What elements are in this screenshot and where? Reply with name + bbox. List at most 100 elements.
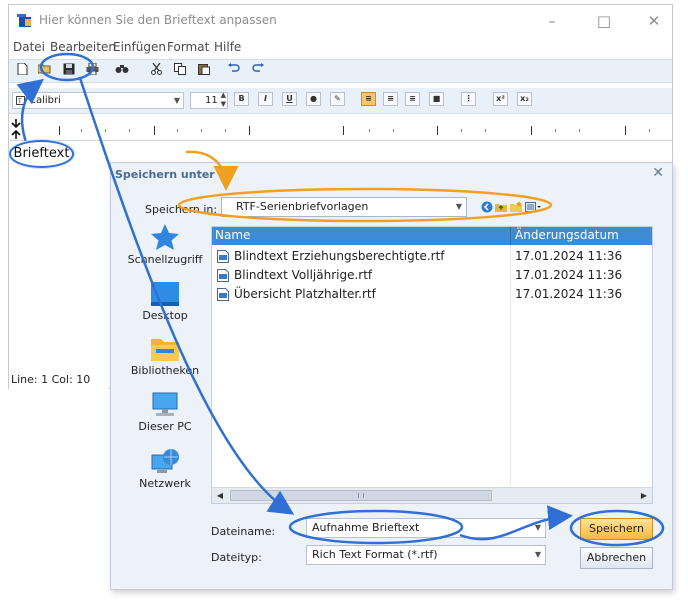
menu-datei[interactable]: Datei (13, 40, 45, 54)
highlight-icon[interactable]: ✎ (330, 92, 345, 106)
dialog-title: Speichern unter (115, 168, 215, 181)
ruler-dot (461, 129, 462, 132)
ruler-dot (393, 129, 394, 132)
superscript-icon[interactable]: x² (493, 92, 508, 106)
scroll-right-icon[interactable]: ▶ (638, 490, 650, 501)
ruler-dot (177, 129, 178, 132)
align-center-icon[interactable]: ≡ (383, 92, 398, 106)
filetype-select[interactable]: Rich Text Format (*.rtf) ▼ (306, 545, 546, 565)
place-network[interactable]: Netzwerk (119, 447, 211, 490)
save-as-dialog: Speichern unter ✕ Speichern in: RTF-Seri… (110, 162, 673, 590)
back-arrow-icon[interactable] (481, 201, 493, 213)
align-right-icon[interactable]: ≡ (405, 92, 420, 106)
view-menu-icon[interactable] (525, 201, 541, 213)
file-list: Name Änderungsdatum Blindtext Erziehungs… (211, 226, 653, 504)
chevron-down-icon[interactable]: ▼ (535, 546, 541, 564)
minimize-icon[interactable]: – (541, 11, 563, 31)
libraries-folder-icon (151, 339, 179, 361)
text-color-icon[interactable]: ● (306, 92, 321, 106)
up-folder-icon[interactable] (495, 201, 507, 213)
ruler[interactable] (9, 117, 672, 141)
menu-einfuegen[interactable]: Einfügen (113, 40, 166, 54)
find-binoculars-icon[interactable] (113, 60, 131, 78)
file-row[interactable]: Blindtext Volljährige.rtf 17.01.2024 11:… (212, 266, 652, 285)
column-separator[interactable] (510, 227, 511, 245)
place-this-pc[interactable]: Dieser PC (119, 392, 211, 433)
copy-icon[interactable] (171, 60, 189, 78)
bullet-list-icon[interactable]: ⋮ (461, 92, 476, 106)
open-folder-icon[interactable] (35, 60, 53, 78)
subscript-icon[interactable]: x₂ (517, 92, 532, 106)
new-document-icon[interactable] (13, 60, 31, 78)
format-toolbar: T Calibri ▼ 11 ▲ ▼ B I U ● ✎ ≡ ≡ ≡ ■ ⋮ x²… (9, 88, 672, 114)
filetype-value: Rich Text Format (*.rtf) (312, 548, 438, 561)
place-label: Netzwerk (139, 477, 191, 490)
cancel-button[interactable]: Abbrechen (580, 547, 653, 569)
ruler-tick (249, 126, 250, 135)
cut-icon[interactable] (147, 60, 165, 78)
ruler-dot (129, 129, 130, 132)
ruler-dot (201, 129, 202, 132)
column-header-date[interactable]: Änderungsdatum (515, 228, 619, 242)
indent-markers-icon[interactable] (11, 119, 21, 139)
file-date: 17.01.2024 11:36 (515, 287, 623, 301)
ruler-dot (555, 129, 556, 132)
ruler-dot (105, 129, 106, 132)
desktop-icon (151, 282, 179, 306)
menu-format[interactable]: Format (167, 40, 209, 54)
save-in-folder-select[interactable]: RTF-Serienbriefvorlagen ▼ (221, 197, 467, 217)
undo-icon[interactable] (225, 60, 243, 78)
rtf-file-icon (217, 250, 229, 263)
redo-icon[interactable] (249, 60, 267, 78)
title-bar: Hier können Sie den Brieftext anpassen –… (9, 5, 672, 37)
annotation-label: Brieftext (9, 140, 74, 168)
chevron-down-icon[interactable]: ▼ (535, 519, 541, 537)
scroll-left-icon[interactable]: ◀ (214, 490, 226, 501)
filename-input[interactable]: Aufnahme Brieftext ▼ (306, 518, 546, 538)
file-row[interactable]: Übersicht Platzhalter.rtf 17.01.2024 11:… (212, 285, 652, 304)
column-header-name[interactable]: Name (215, 228, 250, 242)
svg-text:T: T (17, 98, 22, 105)
save-icon[interactable] (60, 60, 78, 78)
standard-toolbar (9, 59, 672, 83)
paste-icon[interactable] (195, 60, 213, 78)
italic-icon[interactable]: I (258, 92, 273, 106)
close-icon[interactable]: ✕ (643, 11, 665, 31)
status-line: Line: 1 Col: 10 (9, 371, 109, 389)
ruler-tick (531, 126, 532, 135)
justify-icon[interactable]: ■ (429, 92, 444, 106)
font-size-select[interactable]: 11 ▲ ▼ (190, 91, 228, 109)
maximize-icon[interactable]: □ (593, 11, 615, 31)
filetype-label: Dateityp: (211, 551, 262, 564)
chevron-down-icon: ▼ (173, 96, 180, 105)
file-row[interactable]: Blindtext Erziehungsberechtigte.rtf 17.0… (212, 247, 652, 266)
menu-bar: Datei Bearbeiten Einfügen Format Hilfe (9, 38, 672, 58)
new-folder-icon[interactable] (510, 201, 522, 213)
place-libraries[interactable]: Bibliotheken (119, 336, 211, 377)
underline-icon[interactable]: U (282, 92, 297, 106)
ruler-dot (579, 129, 580, 132)
save-button[interactable]: Speichern (580, 518, 653, 540)
spin-arrows-icon[interactable]: ▲ ▼ (221, 91, 226, 109)
place-quick-access[interactable]: Schnellzugriff (119, 223, 211, 266)
place-label: Desktop (142, 309, 188, 322)
menu-hilfe[interactable]: Hilfe (214, 40, 241, 54)
rtf-file-icon (217, 288, 229, 301)
horizontal-scrollbar[interactable]: ◀ ▶ (212, 487, 652, 503)
save-in-label: Speichern in: (145, 203, 218, 216)
ruler-tick (59, 126, 60, 135)
star-icon (151, 224, 179, 250)
places-bar: Schnellzugriff Desktop Bibliotheken Dies… (119, 223, 211, 513)
print-icon[interactable] (83, 60, 101, 78)
ruler-tick (625, 126, 626, 135)
menu-bearbeiten[interactable]: Bearbeiten (50, 40, 116, 54)
bold-icon[interactable]: B (234, 92, 249, 106)
place-desktop[interactable]: Desktop (119, 281, 211, 322)
ruler-dot (485, 129, 486, 132)
font-family-select[interactable]: T Calibri ▼ (12, 92, 184, 109)
place-label: Schnellzugriff (127, 253, 203, 266)
ruler-dot (81, 129, 82, 132)
dialog-close-icon[interactable]: ✕ (652, 165, 664, 181)
scrollbar-thumb[interactable] (230, 490, 492, 501)
align-left-icon[interactable]: ≡ (361, 92, 376, 106)
